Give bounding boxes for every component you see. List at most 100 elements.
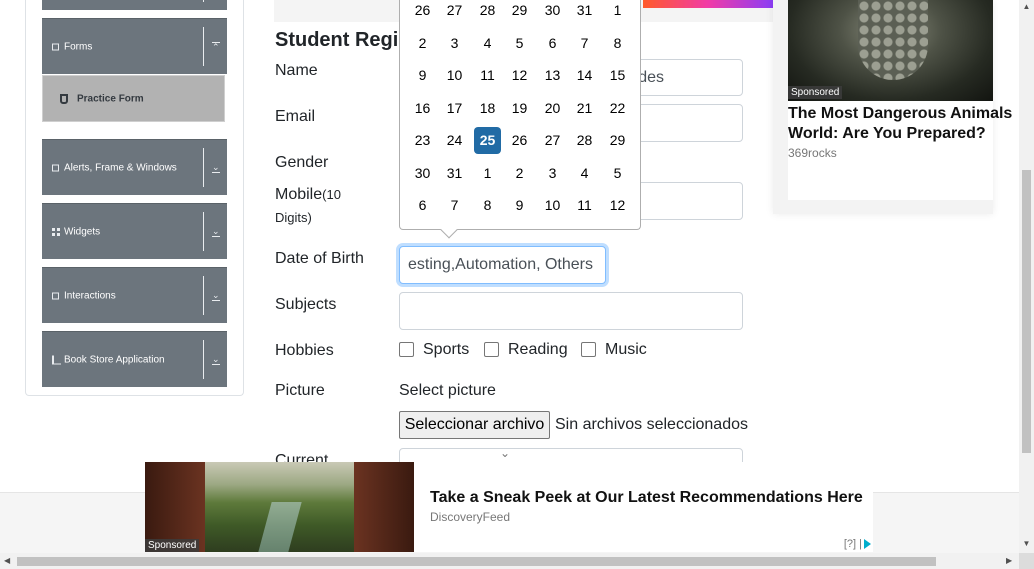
hobby-reading-checkbox[interactable] bbox=[484, 342, 499, 357]
datepicker-day[interactable]: 14 bbox=[571, 62, 598, 89]
last-name-value: des bbox=[638, 69, 664, 86]
ad-headline[interactable]: Take a Sneak Peek at Our Latest Recommen… bbox=[430, 489, 863, 507]
hobby-sports-label[interactable]: Sports bbox=[423, 341, 469, 359]
ad-source[interactable]: 369rocks bbox=[788, 146, 837, 160]
datepicker-day[interactable]: 4 bbox=[474, 30, 501, 57]
datepicker-day[interactable]: 29 bbox=[506, 0, 533, 24]
hobby-music-checkbox[interactable] bbox=[581, 342, 596, 357]
ad-headline[interactable]: The Most Dangerous Animals World: Are Yo… bbox=[788, 104, 1018, 144]
sidebar-group-book-store[interactable]: Book Store Application ⌄ bbox=[42, 331, 227, 387]
horizontal-scrollbar[interactable]: ◀ ▶ bbox=[0, 553, 1019, 569]
scroll-up-icon[interactable]: ▲ bbox=[1019, 2, 1034, 11]
datepicker-day[interactable]: 8 bbox=[474, 192, 501, 219]
datepicker-day[interactable]: 2 bbox=[409, 30, 436, 57]
datepicker-day[interactable]: 31 bbox=[571, 0, 598, 24]
datepicker-day[interactable]: 29 bbox=[604, 127, 631, 154]
datepicker-day[interactable]: 2 bbox=[506, 160, 533, 187]
books-icon bbox=[52, 355, 61, 364]
group-divider bbox=[203, 340, 204, 379]
datepicker-day[interactable]: 28 bbox=[474, 0, 501, 24]
mobile-label: Mobile(10 bbox=[275, 186, 341, 203]
datepicker-day[interactable]: 9 bbox=[506, 192, 533, 219]
datepicker-day[interactable]: 7 bbox=[441, 192, 468, 219]
datepicker-day[interactable]: 31 bbox=[441, 160, 468, 187]
datepicker-day[interactable]: 8 bbox=[604, 30, 631, 57]
interaction-icon bbox=[52, 292, 59, 299]
subjects-input[interactable] bbox=[399, 292, 743, 330]
datepicker-day[interactable]: 23 bbox=[409, 127, 436, 154]
email-label: Email bbox=[275, 108, 316, 125]
datepicker-day[interactable]: 22 bbox=[604, 95, 631, 122]
datepicker-day[interactable]: 17 bbox=[441, 95, 468, 122]
datepicker-day[interactable]: 4 bbox=[571, 160, 598, 187]
datepicker-day[interactable]: 11 bbox=[571, 192, 598, 219]
snake-scales bbox=[858, 0, 928, 80]
datepicker-day[interactable]: 18 bbox=[474, 95, 501, 122]
subjects-label: Subjects bbox=[275, 296, 337, 313]
scroll-down-icon[interactable]: ▼ bbox=[1019, 539, 1034, 548]
scrollbar-thumb[interactable] bbox=[17, 557, 936, 566]
datepicker-day[interactable]: 19 bbox=[506, 95, 533, 122]
expand-down-icon[interactable]: ⌄ bbox=[212, 226, 220, 237]
datepicker-day[interactable]: 5 bbox=[604, 160, 631, 187]
scrollbar-corner bbox=[1019, 553, 1034, 569]
datepicker-day[interactable]: 26 bbox=[409, 0, 436, 24]
ad-source[interactable]: DiscoveryFeed bbox=[430, 510, 510, 524]
datepicker-day[interactable]: 5 bbox=[506, 30, 533, 57]
datepicker-day[interactable]: 6 bbox=[539, 30, 566, 57]
datepicker-day[interactable]: 1 bbox=[604, 0, 631, 24]
date-of-birth-input[interactable]: esting,Automation, Others bbox=[399, 246, 606, 284]
sidebar-item-label: Practice Form bbox=[77, 93, 144, 104]
hobby-sports-checkbox[interactable] bbox=[399, 342, 414, 357]
datepicker-day[interactable]: 20 bbox=[539, 95, 566, 122]
datepicker-day[interactable]: 30 bbox=[539, 0, 566, 24]
list-icon bbox=[52, 43, 59, 50]
sidebar-item-practice-form[interactable]: Practice Form bbox=[42, 75, 225, 122]
datepicker-day[interactable]: 24 bbox=[441, 127, 468, 154]
ad-choices[interactable]: [?] | bbox=[844, 538, 871, 550]
datepicker-day[interactable]: 11 bbox=[474, 62, 501, 89]
scroll-left-icon[interactable]: ◀ bbox=[4, 556, 10, 565]
datepicker-day[interactable]: 27 bbox=[539, 127, 566, 154]
sidebar-group-interactions[interactable]: Interactions ⌄ bbox=[42, 267, 227, 323]
datepicker-day[interactable]: 10 bbox=[441, 62, 468, 89]
door-right bbox=[354, 462, 414, 552]
datepicker-day[interactable]: 26 bbox=[506, 127, 533, 154]
expand-down-icon[interactable]: ⌄ bbox=[212, 162, 220, 173]
datepicker-day[interactable]: 6 bbox=[409, 192, 436, 219]
datepicker-day[interactable]: 15 bbox=[604, 62, 631, 89]
vertical-scrollbar[interactable]: ▲ ▼ bbox=[1019, 0, 1034, 553]
datepicker-day[interactable]: 12 bbox=[604, 192, 631, 219]
datepicker-day[interactable]: 13 bbox=[539, 62, 566, 89]
datepicker-popup: 26 27 28 29 30 31 1 2 3 4 5 6 7 8 9 10 11 12 13 14 15 16 17 18 1… bbox=[399, 0, 641, 230]
expand-down-icon[interactable]: ⌄ bbox=[212, 290, 220, 301]
sidebar-group-elements[interactable] bbox=[42, 0, 227, 10]
datepicker-day[interactable]: 21 bbox=[571, 95, 598, 122]
datepicker-day[interactable]: 30 bbox=[409, 160, 436, 187]
hobby-reading-label[interactable]: Reading bbox=[508, 341, 568, 359]
scroll-right-icon[interactable]: ▶ bbox=[1006, 556, 1012, 565]
expand-down-icon[interactable]: ⌄ bbox=[212, 354, 220, 365]
choose-file-button[interactable]: Seleccionar archivo bbox=[399, 411, 550, 439]
sidebar-group-alerts[interactable]: Alerts, Frame & Windows ⌄ bbox=[42, 139, 227, 195]
sidebar-group-label: Forms bbox=[64, 41, 93, 52]
datepicker-day[interactable]: 1 bbox=[474, 160, 501, 187]
collapse-up-icon[interactable]: ⌃ bbox=[212, 41, 220, 52]
group-divider bbox=[203, 276, 204, 315]
datepicker-day[interactable]: 3 bbox=[441, 30, 468, 57]
datepicker-day[interactable]: 9 bbox=[409, 62, 436, 89]
sidebar-group-widgets[interactable]: Widgets ⌄ bbox=[42, 203, 227, 259]
hobby-music-label[interactable]: Music bbox=[605, 341, 647, 359]
datepicker-day[interactable]: 3 bbox=[539, 160, 566, 187]
datepicker-day[interactable]: 10 bbox=[539, 192, 566, 219]
datepicker-day[interactable]: 7 bbox=[571, 30, 598, 57]
bottom-ad[interactable]: Sponsored Take a Sneak Peek at Our Lates… bbox=[145, 462, 873, 552]
datepicker-day-selected[interactable]: 25 bbox=[474, 127, 501, 154]
datepicker-day[interactable]: 12 bbox=[506, 62, 533, 89]
datepicker-day[interactable]: 27 bbox=[441, 0, 468, 24]
scrollbar-thumb[interactable] bbox=[1022, 170, 1031, 453]
sidebar-group-forms[interactable]: Forms ⌃ bbox=[42, 18, 227, 74]
datepicker-day[interactable]: 28 bbox=[571, 127, 598, 154]
picture-label: Picture bbox=[275, 382, 325, 399]
datepicker-day[interactable]: 16 bbox=[409, 95, 436, 122]
